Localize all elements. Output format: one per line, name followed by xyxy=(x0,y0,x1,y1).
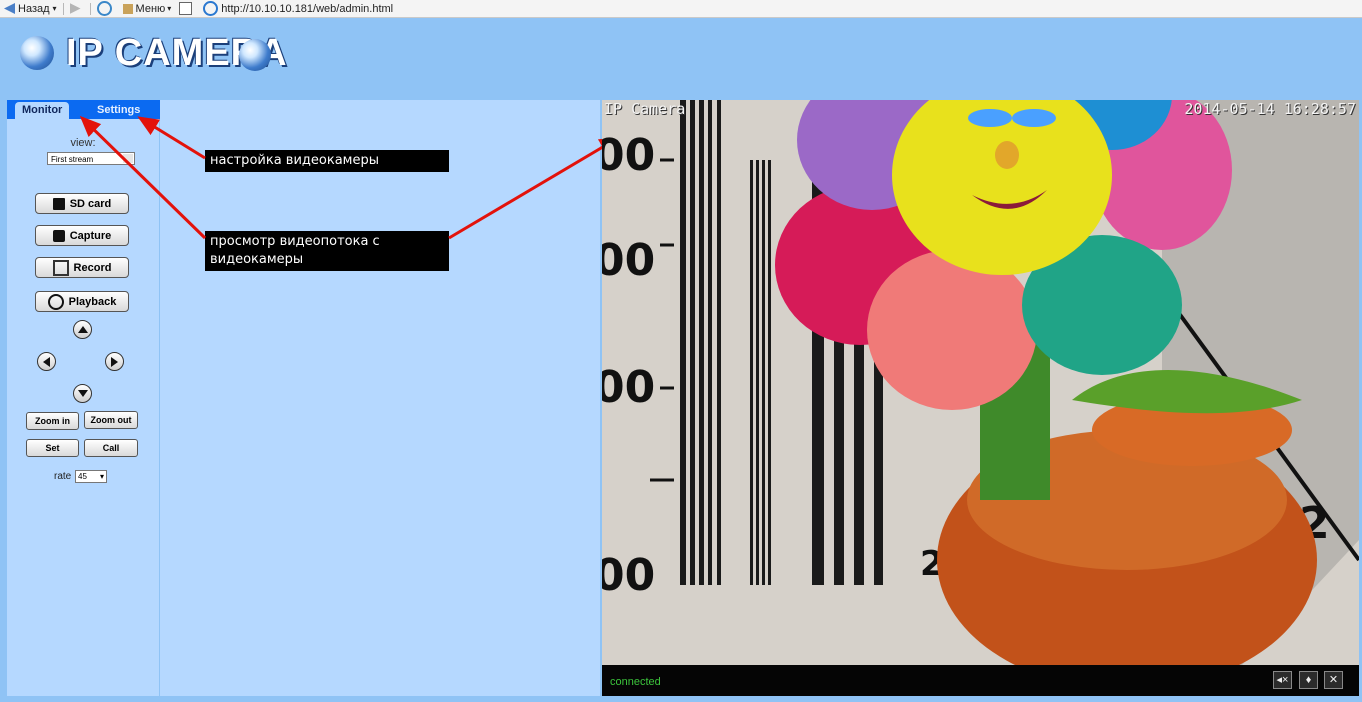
preset-call-button[interactable]: Call xyxy=(84,439,138,457)
record-label: Record xyxy=(73,261,112,274)
preset-set-button[interactable]: Set xyxy=(26,439,79,457)
film-icon xyxy=(52,259,69,276)
back-arrow-icon xyxy=(4,3,15,14)
sd-card-icon xyxy=(52,197,65,210)
address-bar[interactable]: http://10.10.10.181/web/admin.html xyxy=(199,1,397,16)
view-select[interactable]: First stream xyxy=(47,152,135,165)
ptz-left-button[interactable] xyxy=(37,352,56,371)
sd-card-label: SD card xyxy=(69,197,112,210)
separator xyxy=(89,2,91,15)
arrow-left-icon xyxy=(43,356,50,367)
osd-camera-name: IP Camera xyxy=(604,100,686,118)
back-label: Назад xyxy=(18,2,50,15)
osd-datetime: 2014-05-14 16:28:57 xyxy=(1184,100,1356,118)
control-panel: Monitor Settings view: First stream SD c… xyxy=(7,100,160,696)
globe-icon xyxy=(20,36,54,70)
capture-button[interactable]: Capture xyxy=(35,225,129,246)
svg-text:00: 00 xyxy=(602,235,655,286)
microphone-icon: ♦ xyxy=(1305,674,1312,686)
zoom-out-button[interactable]: Zoom out xyxy=(84,411,138,429)
connection-status: connected xyxy=(610,676,661,688)
tab-settings[interactable]: Settings xyxy=(90,102,147,119)
ptz-up-button[interactable] xyxy=(73,320,92,339)
refresh-button[interactable] xyxy=(93,1,119,16)
tab-bar: Monitor Settings xyxy=(7,100,160,119)
menu-label: Меню xyxy=(135,2,166,15)
refresh-icon xyxy=(96,1,112,16)
speaker-mute-icon: ◂× xyxy=(1276,674,1289,686)
svg-text:00: 00 xyxy=(602,362,655,413)
svg-text:00: 00 xyxy=(602,550,655,601)
page-icon xyxy=(179,2,193,15)
chevron-down-icon: ▾ xyxy=(99,472,104,481)
video-frame: 00 00 00 00 2 2 xyxy=(602,100,1359,665)
wrench-icon: ✕ xyxy=(1328,674,1339,686)
tools-icon xyxy=(122,3,133,14)
view-label: view: xyxy=(70,137,96,149)
ptz-down-button[interactable] xyxy=(73,384,92,403)
content-area xyxy=(160,100,600,696)
microphone-button[interactable]: ♦ xyxy=(1299,671,1318,689)
dropdown-icon: ▾ xyxy=(167,4,172,13)
rate-selected: 45 xyxy=(78,472,87,481)
rate-select[interactable]: 45 ▾ xyxy=(75,470,107,483)
arrow-down-icon xyxy=(77,390,88,397)
svg-text:00: 00 xyxy=(602,130,655,181)
video-stream[interactable]: 00 00 00 00 2 2 IP Camera 2014-05-14 16:… xyxy=(602,100,1359,665)
ptz-right-button[interactable] xyxy=(105,352,124,371)
annotation-monitor: просмотр видеопотока с видеокамеры xyxy=(205,231,449,271)
page-header: IP CAMERA xyxy=(0,18,1362,90)
tab-monitor[interactable]: Monitor xyxy=(15,102,70,119)
zoom-in-button[interactable]: Zoom in xyxy=(26,412,79,430)
camera-icon xyxy=(52,229,65,242)
capture-label: Capture xyxy=(69,229,112,242)
forward-arrow-icon xyxy=(69,3,81,14)
playback-label: Playback xyxy=(68,295,117,308)
forward-button[interactable] xyxy=(66,1,88,16)
view-selected: First stream xyxy=(51,155,94,164)
separator xyxy=(62,2,64,15)
record-button[interactable]: Record xyxy=(35,257,129,278)
chevron-down-icon xyxy=(123,154,133,163)
annotation-settings: настройка видеокамеры xyxy=(205,150,449,172)
playback-button[interactable]: Playback xyxy=(35,291,129,312)
video-status-bar: connected ◂× ♦ ✕ xyxy=(602,665,1359,696)
rate-label: rate xyxy=(54,471,72,482)
back-button[interactable]: Назад ▾ xyxy=(0,1,61,16)
ie-icon xyxy=(203,1,219,16)
menu-button[interactable]: Меню ▾ xyxy=(119,1,176,16)
arrow-up-icon xyxy=(77,326,88,333)
mute-button[interactable]: ◂× xyxy=(1273,671,1292,689)
play-icon xyxy=(47,293,64,310)
tools-button[interactable]: ✕ xyxy=(1324,671,1343,689)
globe-icon xyxy=(239,39,271,71)
browser-toolbar: Назад ▾ Меню ▾ http://10.10.10.181/web/a… xyxy=(0,0,1362,18)
dropdown-icon: ▾ xyxy=(52,4,57,13)
address-text: http://10.10.10.181/web/admin.html xyxy=(221,2,394,15)
arrow-right-icon xyxy=(111,356,118,367)
sd-card-button[interactable]: SD card xyxy=(35,193,129,214)
compat-view-button[interactable] xyxy=(175,1,199,16)
